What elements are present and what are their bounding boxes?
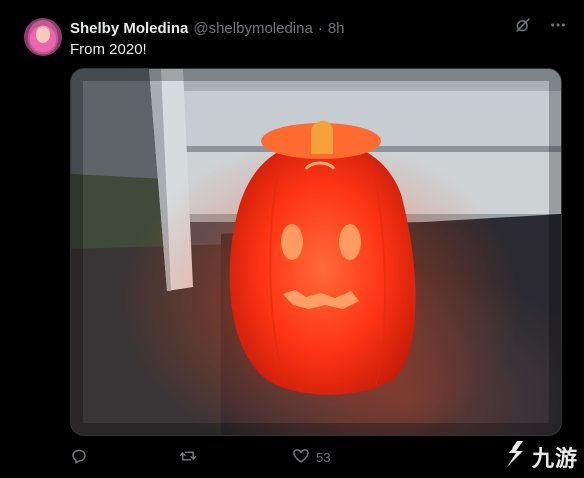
watermark: 九游 [501,439,578,474]
author-handle[interactable]: @shelbymoledina [193,20,312,37]
pumpkin-photo [71,69,561,435]
author-name[interactable]: Shelby Moledina [70,20,188,37]
separator-dot: · [317,19,323,37]
tweet[interactable]: Shelby Moledina @shelbymoledina · 8h Fro… [0,0,584,478]
reply-button[interactable] [70,447,88,468]
tweet-media[interactable] [70,68,562,436]
more-icon[interactable] [550,17,566,33]
header-actions [514,16,566,34]
avatar[interactable] [24,18,62,56]
like-count: 53 [316,450,331,465]
tweet-actions: 53 [70,447,490,469]
like-button[interactable]: 53 [292,447,330,468]
repost-button[interactable] [178,447,198,468]
jiuyou-logo [501,439,529,474]
post-time[interactable]: 8h [328,20,345,37]
tweet-header: Shelby Moledina @shelbymoledina · 8h [70,17,345,39]
heart-icon [292,447,310,468]
tweet-text: From 2020! [70,41,147,58]
reply-icon [70,447,88,468]
watermark-text: 九游 [531,446,578,472]
repost-icon [178,447,198,468]
grok-icon[interactable] [514,16,532,34]
avatar-face [36,27,50,43]
